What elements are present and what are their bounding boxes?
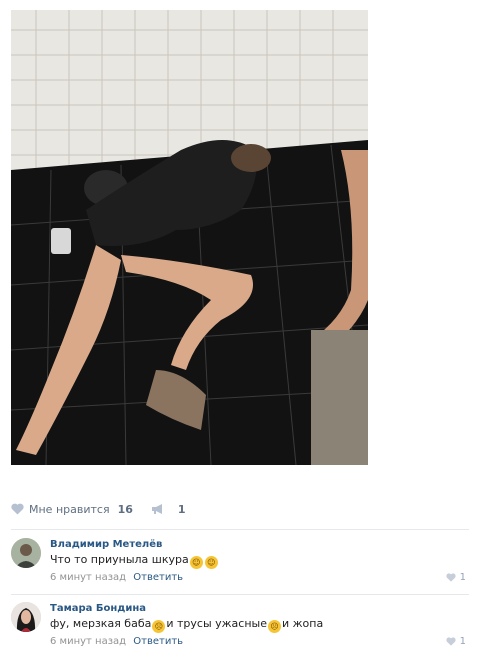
repost-count: 1 xyxy=(177,502,186,516)
repost-button[interactable]: 1 xyxy=(151,503,186,516)
comment-text-part: Что то приуныла шкура xyxy=(50,553,189,566)
comment-time[interactable]: 6 минут назад xyxy=(50,572,126,583)
comment-time[interactable]: 6 минут назад xyxy=(50,636,126,647)
laughing-tears-emoji-icon: ☺ xyxy=(204,556,218,569)
reply-link[interactable]: Ответить xyxy=(133,636,183,647)
comment-like-button[interactable]: 1 xyxy=(446,572,466,583)
comment-meta: 6 минут назад Ответить xyxy=(50,571,469,585)
laughing-tears-emoji-icon: ☺ xyxy=(189,556,203,569)
comment-like-button[interactable]: 1 xyxy=(446,636,466,647)
photo-scene xyxy=(11,10,368,465)
heart-icon xyxy=(446,637,456,646)
comment-text: Что то приуныла шкура ☺ ☺ xyxy=(50,552,469,569)
comment-text-part: и трусы ужасные xyxy=(166,617,267,630)
divider xyxy=(11,594,469,595)
heart-icon xyxy=(446,573,456,582)
megaphone-icon xyxy=(151,504,162,514)
comment-author[interactable]: Владимир Метелёв xyxy=(50,538,469,552)
like-count: 16 xyxy=(117,502,133,516)
heart-icon xyxy=(11,503,24,515)
disgusted-emoji-icon: ☹ xyxy=(268,620,281,633)
avatar[interactable] xyxy=(11,602,41,632)
comment-item: Тамара Бондина фу, мерзкая баба ☹ и трусы … xyxy=(11,602,469,654)
like-button[interactable]: Мне нравится 16 xyxy=(11,503,133,516)
comment-item: Владимир Метелёв Что то приуныла шкура ☺ ☺… xyxy=(11,538,469,590)
comment-meta: 6 минут назад Ответить xyxy=(50,635,469,649)
comment-text-part: фу, мерзкая баба xyxy=(50,617,152,630)
comment-author[interactable]: Тамара Бондина xyxy=(50,602,469,616)
post-actions: Мне нравится 16 1 xyxy=(11,497,471,521)
reply-link[interactable]: Ответить xyxy=(133,572,183,583)
comment-like-count: 1 xyxy=(459,636,466,647)
comment-text: фу, мерзкая баба ☹ и трусы ужасные ☹ и жопа xyxy=(50,616,469,633)
comment-text-part: и жопа xyxy=(282,617,324,630)
like-label: Мне нравится xyxy=(29,502,110,516)
comment-like-count: 1 xyxy=(459,572,466,583)
avatar[interactable] xyxy=(11,538,41,568)
post-photo[interactable] xyxy=(11,10,368,465)
disgusted-emoji-icon: ☹ xyxy=(152,620,166,633)
divider xyxy=(11,529,469,530)
